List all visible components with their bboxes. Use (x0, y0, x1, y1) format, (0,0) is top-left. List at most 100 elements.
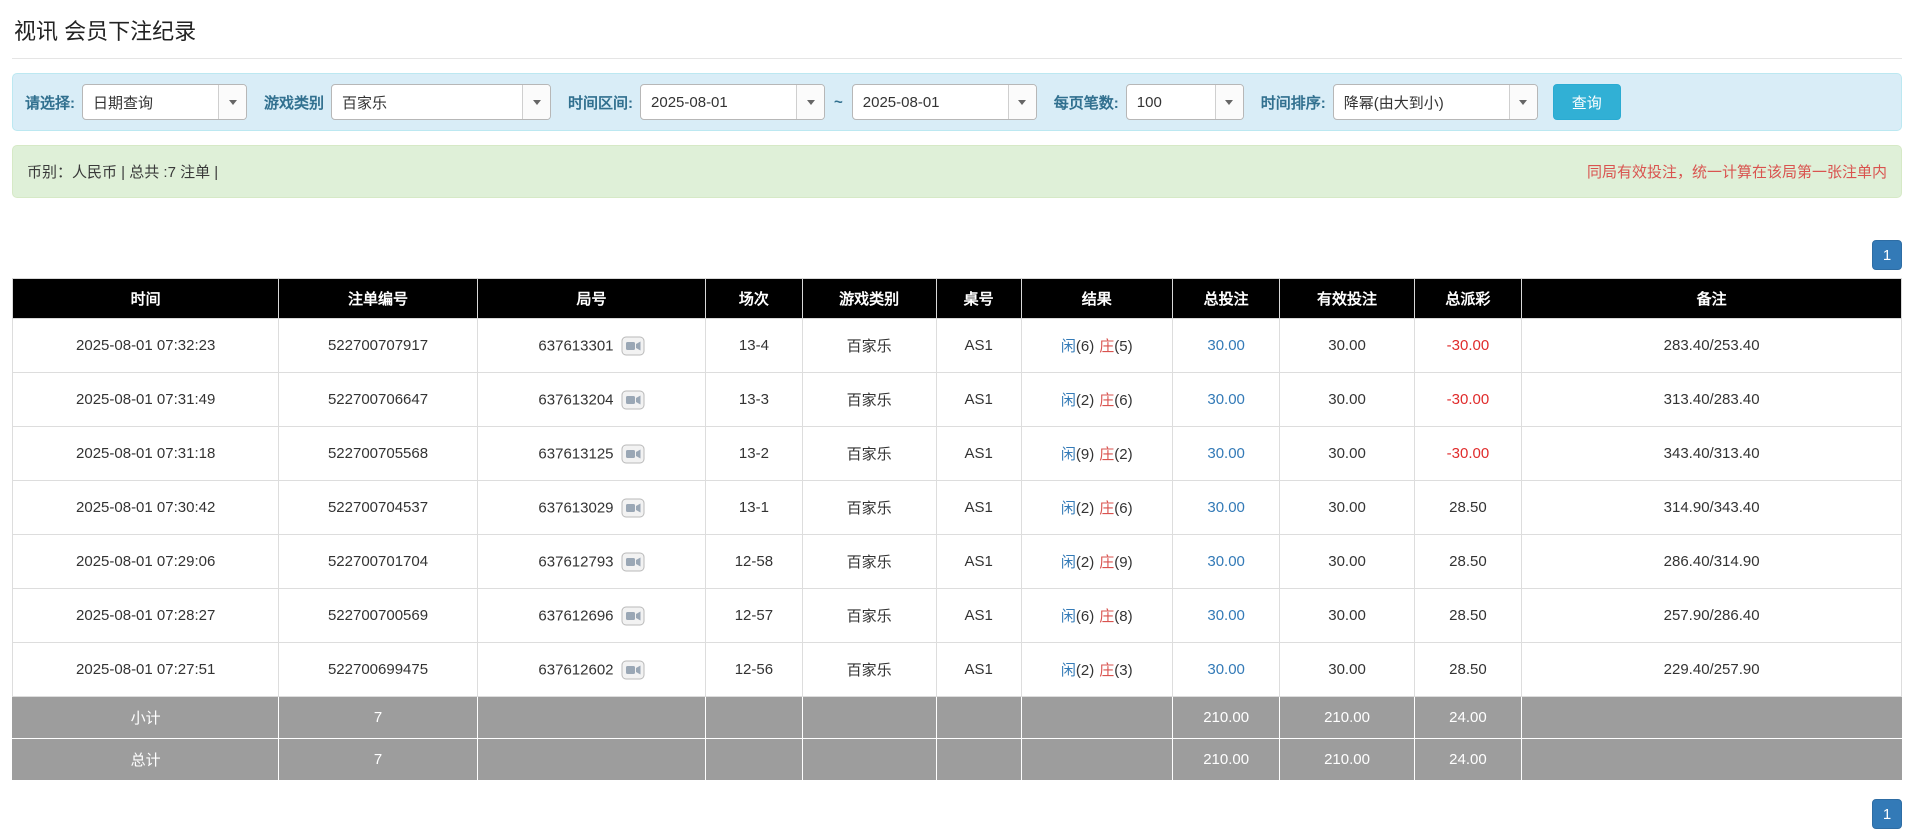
total-bet-link[interactable]: 30.00 (1207, 337, 1245, 354)
table-row: 2025-08-01 07:31:49 522700706647 6376132… (11, 372, 1902, 427)
query-type-select[interactable]: 日期查询 (82, 84, 247, 120)
video-replay-icon[interactable] (621, 660, 645, 680)
video-replay-icon[interactable] (621, 606, 645, 626)
page-size-label: 每页笔数: (1053, 94, 1119, 112)
grand-total-count: 7 (278, 738, 478, 781)
result-banker-label: 庄 (1099, 554, 1115, 571)
filter-bar: 请选择: 日期查询 游戏类别 百家乐 时间区间: 2025-08-01 ~ 20… (12, 73, 1902, 131)
header-game-type: 游戏类别 (801, 278, 937, 319)
date-from-select[interactable]: 2025-08-01 (640, 84, 826, 120)
video-replay-icon[interactable] (621, 390, 645, 410)
round-cell: 637612696 (476, 588, 707, 643)
header-table-no: 桌号 (935, 278, 1022, 319)
time-range-label: 时间区间: (568, 94, 634, 112)
session-cell: 13-1 (705, 480, 803, 535)
chevron-down-icon[interactable] (1508, 85, 1537, 119)
table-no-cell: AS1 (935, 642, 1022, 697)
result-banker-value: (8) (1114, 608, 1133, 625)
note-cell: 229.40/257.90 (1521, 642, 1902, 697)
chevron-down-icon[interactable] (1214, 85, 1243, 119)
valid-bet-cell: 30.00 (1279, 534, 1415, 589)
grand-total-total-bet: 210.00 (1171, 738, 1281, 781)
table-header-row: 时间 注单编号 局号 场次 游戏类别 桌号 结果 总投注 有效投注 总派彩 备注 (11, 278, 1902, 319)
total-bet-link[interactable]: 30.00 (1207, 607, 1245, 624)
bet-no-cell: 522700706647 (278, 372, 478, 427)
date-to-select[interactable]: 2025-08-01 (851, 84, 1037, 120)
result-cell: 闲(9) 庄(2) (1020, 426, 1173, 481)
result-player-value: (2) (1075, 500, 1095, 517)
game-type-label: 游戏类别 (264, 94, 325, 112)
round-cell: 637613204 (476, 372, 707, 427)
note-cell: 313.40/283.40 (1521, 372, 1902, 427)
chevron-down-icon[interactable] (218, 85, 246, 119)
round-no: 637613125 (538, 445, 614, 462)
round-cell: 637613029 (476, 480, 707, 535)
round-cell: 637613301 (476, 318, 707, 373)
total-bet-link[interactable]: 30.00 (1207, 661, 1245, 678)
payout-cell: 28.50 (1413, 642, 1523, 697)
payout-cell: -30.00 (1413, 426, 1523, 481)
game-cell: 百家乐 (801, 588, 937, 643)
valid-bet-cell: 30.00 (1279, 642, 1415, 697)
result-player-label: 闲 (1060, 554, 1076, 571)
currency-summary-text: 币别：人民币 | 总共 :7 注单 | (27, 164, 219, 181)
result-banker-value: (9) (1114, 554, 1133, 571)
time-cell: 2025-08-01 07:29:06 (11, 534, 280, 589)
table-no-cell: AS1 (935, 588, 1022, 643)
pagination-bottom: 1 (12, 799, 1902, 829)
chevron-down-icon[interactable] (1007, 85, 1036, 119)
subtotal-row: 小计 7 210.00 210.00 24.00 (11, 696, 1902, 739)
total-bet-link[interactable]: 30.00 (1207, 391, 1245, 408)
payout-cell: 28.50 (1413, 588, 1523, 643)
total-bet-link[interactable]: 30.00 (1207, 499, 1245, 516)
grand-total-payout: 24.00 (1413, 738, 1523, 781)
round-cell: 637612602 (476, 642, 707, 697)
time-sort-select[interactable]: 降幂(由大到小) (1332, 84, 1538, 120)
valid-bet-cell: 30.00 (1279, 318, 1415, 373)
chevron-down-icon[interactable] (796, 85, 825, 119)
payout-cell: -30.00 (1413, 372, 1523, 427)
subtotal-label: 小计 (11, 696, 280, 739)
video-replay-icon[interactable] (621, 552, 645, 572)
header-round-no: 局号 (476, 278, 707, 319)
bet-no-cell: 522700704537 (278, 480, 478, 535)
header-bet-no: 注单编号 (278, 278, 478, 319)
note-cell: 257.90/286.40 (1521, 588, 1902, 643)
time-cell: 2025-08-01 07:31:49 (11, 372, 280, 427)
time-sort-value: 降幂(由大到小) (1343, 94, 1444, 112)
game-cell: 百家乐 (801, 480, 937, 535)
table-no-cell: AS1 (935, 534, 1022, 589)
page-button-1[interactable]: 1 (1872, 240, 1902, 270)
page-size-select[interactable]: 100 (1125, 84, 1244, 120)
result-banker-value: (3) (1114, 662, 1133, 679)
subtotal-count: 7 (278, 696, 478, 739)
total-bet-cell: 30.00 (1171, 372, 1281, 427)
result-player-label: 闲 (1060, 608, 1076, 625)
round-cell: 637612793 (476, 534, 707, 589)
total-bet-link[interactable]: 30.00 (1207, 445, 1245, 462)
page-button-1[interactable]: 1 (1872, 799, 1902, 829)
total-bet-cell: 30.00 (1171, 588, 1281, 643)
game-type-select[interactable]: 百家乐 (331, 84, 552, 120)
video-replay-icon[interactable] (621, 336, 645, 356)
result-cell: 闲(2) 庄(3) (1020, 642, 1173, 697)
result-banker-label: 庄 (1099, 446, 1115, 463)
total-bet-cell: 30.00 (1171, 642, 1281, 697)
video-replay-icon[interactable] (621, 444, 645, 464)
video-replay-icon[interactable] (621, 498, 645, 518)
total-bet-link[interactable]: 30.00 (1207, 553, 1245, 570)
chevron-down-icon[interactable] (522, 85, 551, 119)
header-result: 结果 (1020, 278, 1173, 319)
total-bet-cell: 30.00 (1171, 318, 1281, 373)
table-no-cell: AS1 (935, 372, 1022, 427)
grand-total-valid-bet: 210.00 (1279, 738, 1415, 781)
table-row: 2025-08-01 07:27:51 522700699475 6376126… (11, 642, 1902, 697)
bet-no-cell: 522700705568 (278, 426, 478, 481)
result-cell: 闲(2) 庄(6) (1020, 372, 1173, 427)
page-container: 视讯 会员下注纪录 请选择: 日期查询 游戏类别 百家乐 时间区间: 2025-… (0, 0, 1914, 829)
table-row: 2025-08-01 07:29:06 522700701704 6376127… (11, 534, 1902, 589)
search-button[interactable]: 查询 (1552, 84, 1621, 120)
payout-cell: 28.50 (1413, 480, 1523, 535)
header-valid-bet: 有效投注 (1279, 278, 1415, 319)
round-no: 637613204 (538, 391, 614, 408)
